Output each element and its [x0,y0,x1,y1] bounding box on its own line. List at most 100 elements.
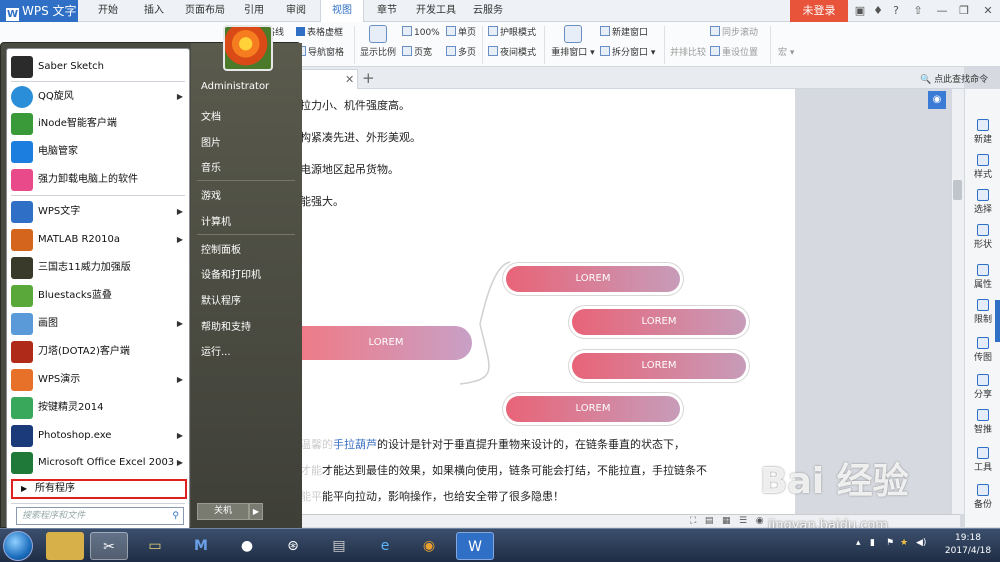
upload-icon[interactable]: ⇧ [910,3,926,19]
taskpane-shape[interactable]: 形状 [965,224,1000,250]
scrollbar-thumb[interactable] [953,180,962,200]
taskpane-backup[interactable]: 备份 [965,484,1000,510]
find-command-box[interactable]: 🔍 点此查找命令 [920,72,988,85]
program-paint[interactable]: 画图 ▶ [7,310,189,337]
tab-developer[interactable]: 开发工具 [410,0,462,22]
sticky-notes-icon[interactable]: ▭ [136,532,174,560]
mindmap-main-node[interactable]: LOREM [300,326,472,360]
program-bluestacks[interactable]: Bluestacks蓝叠 [7,282,189,309]
add-tab-icon[interactable]: + [362,69,375,87]
tab-home[interactable]: 开始 [88,0,128,22]
multi-page-button[interactable]: 多页 [446,46,476,60]
zoom-button[interactable]: 显示比例 [358,25,398,58]
shutdown-options-arrow-icon[interactable]: ▶ [249,503,263,520]
mindmap-child-node[interactable]: LOREM [506,266,680,292]
program-dota2[interactable]: 刀塔(DOTA2)客户端 [7,338,189,365]
start-button-windows-icon[interactable] [3,531,33,561]
show-hidden-icons-icon[interactable]: ▴ [856,538,861,548]
taskpane-collapse-handle[interactable] [995,300,1000,342]
mindmap-child-node[interactable]: LOREM [572,353,746,379]
reset-position-button[interactable]: 重设位置 [710,46,758,60]
start-user-name[interactable]: Administrator [201,81,269,92]
calculator-icon[interactable]: ▤ [320,532,358,560]
tab-view[interactable]: 视图 [320,0,364,22]
program-excel-2003[interactable]: Microsoft Office Excel 2003 ▶ [7,449,189,476]
explorer-folder-icon[interactable] [46,532,84,560]
arrange-window-button[interactable]: 重排窗口 ▾ [548,25,598,58]
sync-scroll-button[interactable]: 同步滚动 [710,26,758,40]
matlab-taskbar-icon[interactable]: M [182,532,220,560]
start-games[interactable]: 游戏 [201,187,221,202]
start-devices-printers[interactable]: 设备和打印机 [201,266,261,281]
eye-mode-button[interactable]: 护眼模式 [488,26,536,40]
table-grid-checkbox[interactable]: 表格虚框 [296,26,343,40]
shutdown-button[interactable]: 关机 [197,503,249,520]
user-avatar[interactable] [223,25,273,71]
minimize-icon[interactable]: — [934,3,950,19]
program-inode[interactable]: iNode智能客户端 [7,110,189,137]
document-tab[interactable]: ✕ [300,69,358,89]
flag-icon[interactable]: ⚑ [886,538,894,548]
new-window-button[interactable]: 新建窗口 [600,26,648,40]
taskbar-clock[interactable]: 19:18 2017/4/18 [940,532,996,558]
program-uninstaller[interactable]: 强力卸载电脑上的软件 [7,166,189,193]
star-icon[interactable]: ★ [900,538,908,548]
taskpane-tools[interactable]: 工具 [965,447,1000,473]
doc-link[interactable]: 手拉葫芦 [333,438,377,451]
wps-app-menu[interactable]: WWPS 文字 ▾ [0,0,78,40]
shirt-icon[interactable]: ♦ [870,3,886,19]
macro-button[interactable]: 宏 ▾ [778,46,794,60]
start-pictures[interactable]: 图片 [201,134,221,149]
start-default-programs[interactable]: 默认程序 [201,292,241,307]
nav-pane-checkbox[interactable]: 导航窗格 [296,46,344,60]
view-buttons[interactable]: ⛶ ▤ ▦ ☰ ◉ [690,516,764,526]
program-sanguozhi[interactable]: 三国志11威力加强版 [7,254,189,281]
taskpane-property[interactable]: 属性 [965,264,1000,290]
start-computer[interactable]: 计算机 [201,213,231,228]
skin-icon[interactable]: ▣ [852,3,868,19]
mindmap-child-node[interactable]: LOREM [572,309,746,335]
network-icon[interactable]: ▮ [870,538,875,548]
page-width-button[interactable]: 页宽 [402,46,432,60]
close-tab-icon[interactable]: ✕ [345,73,354,86]
taskpane-smart-push[interactable]: 智推 [965,409,1000,435]
qq-penguin-icon[interactable]: ● [228,532,266,560]
tab-insert[interactable]: 插入 [134,0,174,22]
chrome-icon[interactable]: ◉ [410,532,448,560]
start-documents[interactable]: 文档 [201,108,221,123]
program-pc-manager[interactable]: 电脑管家 [7,138,189,165]
login-button[interactable]: 未登录 [790,0,848,22]
program-saber-sketch[interactable]: Saber Sketch [7,53,189,80]
volume-icon[interactable]: ◀) [916,538,926,548]
program-wps-presentation[interactable]: WPS演示 ▶ [7,366,189,393]
location-pin-icon[interactable]: ◉ [928,91,946,109]
wps-taskbar-icon[interactable]: W [456,532,494,560]
program-matlab[interactable]: MATLAB R2010a ▶ [7,226,189,253]
start-control-panel[interactable]: 控制面板 [201,241,241,256]
start-search-input[interactable]: 搜索程序和文件 ⚲ [16,507,184,525]
taskpane-style[interactable]: 样式 [965,154,1000,180]
mindmap-child-node[interactable]: LOREM [506,396,680,422]
program-qq-whirlwind[interactable]: QQ旋风 ▶ [7,83,189,110]
close-icon[interactable]: ✕ [980,3,996,19]
tab-chapter[interactable]: 章节 [368,0,406,22]
program-photoshop[interactable]: Photoshop.exe ▶ [7,422,189,449]
help-icon[interactable]: ? [888,3,904,19]
restore-icon[interactable]: ❐ [956,3,972,19]
taskpane-select[interactable]: 选择 [965,189,1000,215]
night-mode-button[interactable]: 夜间模式 [488,46,536,60]
zoom-100-button[interactable]: 100% [402,26,440,40]
program-wps-writer[interactable]: WPS文字 ▶ [7,198,189,225]
document-page[interactable]: 拉力小、机件强度高。 构紧凑先进、外形美观。 电源地区起吊货物。 能强大。 温馨… [300,89,795,514]
split-window-button[interactable]: 拆分窗口 ▾ [600,46,655,60]
single-page-button[interactable]: 单页 [446,26,476,40]
tab-page-layout[interactable]: 页面布局 [180,0,230,22]
taskpane-share[interactable]: 分享 [965,374,1000,400]
all-programs-button[interactable]: ▶ 所有程序 [11,479,187,499]
snipping-tool-icon[interactable]: ✂ [90,532,128,560]
film-reel-icon[interactable]: ⊛ [274,532,312,560]
start-run[interactable]: 运行... [201,343,231,358]
internet-explorer-icon[interactable]: e [366,532,404,560]
start-help-support[interactable]: 帮助和支持 [201,318,251,333]
tab-references[interactable]: 引用 [236,0,272,22]
